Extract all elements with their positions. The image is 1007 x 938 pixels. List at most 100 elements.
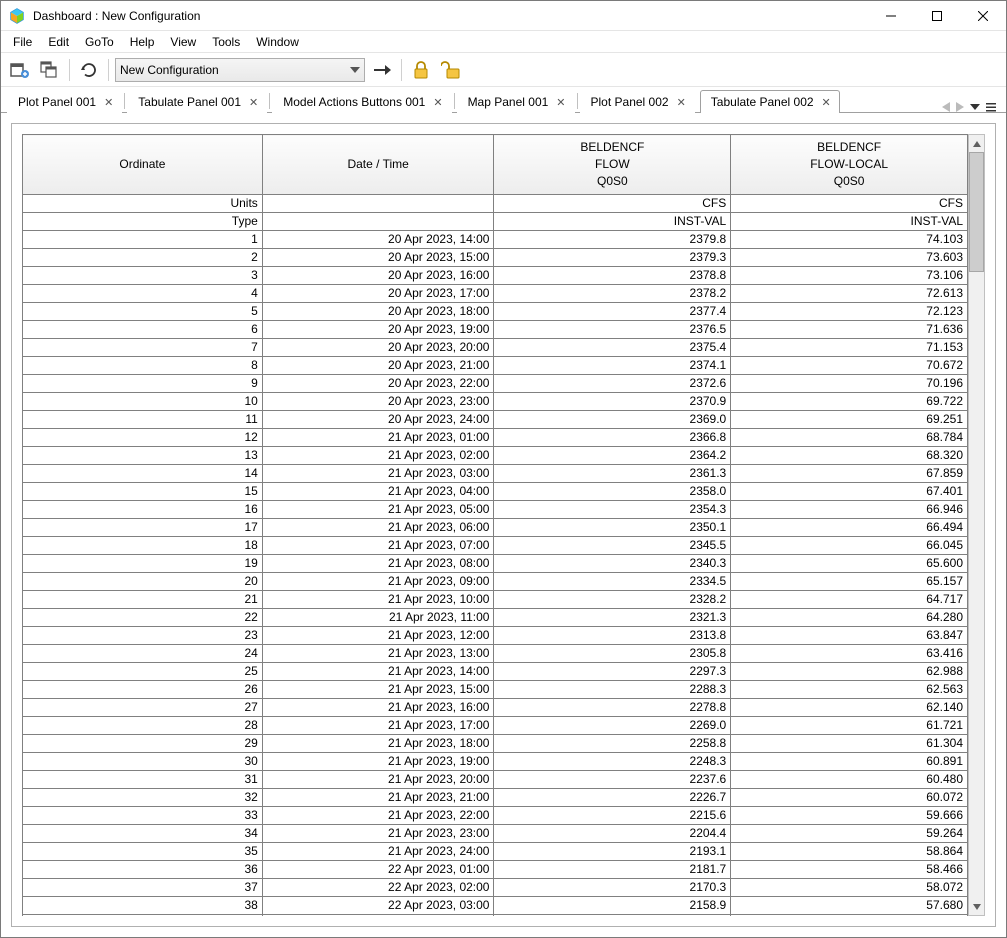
tab-plot-panel-002[interactable]: Plot Panel 002✕ xyxy=(580,90,695,113)
scroll-track[interactable] xyxy=(969,152,984,898)
close-icon[interactable]: ✕ xyxy=(433,96,442,109)
table-row[interactable]: 2121 Apr 2023, 10:002328.264.717 xyxy=(23,591,968,609)
menu-edit[interactable]: Edit xyxy=(40,33,77,51)
menu-goto[interactable]: GoTo xyxy=(77,33,122,51)
table-row[interactable]: 3622 Apr 2023, 01:002181.758.466 xyxy=(23,861,968,879)
cell-ordinate: 13 xyxy=(23,447,263,465)
table-row[interactable]: 3121 Apr 2023, 20:002237.660.480 xyxy=(23,771,968,789)
config-selector[interactable]: New Configuration xyxy=(115,58,365,82)
cell-flow: 2258.8 xyxy=(494,735,731,753)
lock-closed-button[interactable] xyxy=(408,57,434,83)
cell-flow-local: 62.563 xyxy=(731,681,968,699)
menu-help[interactable]: Help xyxy=(122,33,163,51)
table-row[interactable]: 2921 Apr 2023, 18:002258.861.304 xyxy=(23,735,968,753)
cell-flow: 2248.3 xyxy=(494,753,731,771)
tab-plot-panel-001[interactable]: Plot Panel 001✕ xyxy=(7,90,122,113)
table-row[interactable]: 2021 Apr 2023, 09:002334.565.157 xyxy=(23,573,968,591)
cell-flow: 2378.2 xyxy=(494,285,731,303)
tab-model-actions-buttons-001[interactable]: Model Actions Buttons 001✕ xyxy=(272,90,451,113)
cell-flow: 2358.0 xyxy=(494,483,731,501)
table-row[interactable]: 3822 Apr 2023, 03:002158.957.680 xyxy=(23,897,968,915)
cell-datetime: 21 Apr 2023, 10:00 xyxy=(262,591,494,609)
table-row[interactable]: 2621 Apr 2023, 15:002288.362.563 xyxy=(23,681,968,699)
close-icon[interactable]: ✕ xyxy=(249,96,258,109)
table-row[interactable]: 1521 Apr 2023, 04:002358.067.401 xyxy=(23,483,968,501)
close-icon[interactable]: ✕ xyxy=(677,96,686,109)
table-row[interactable]: 120 Apr 2023, 14:002379.874.103 xyxy=(23,231,968,249)
tab-tabulate-panel-001[interactable]: Tabulate Panel 001✕ xyxy=(127,90,267,113)
table-row[interactable]: 1020 Apr 2023, 23:002370.969.722 xyxy=(23,393,968,411)
table-row[interactable]: 720 Apr 2023, 20:002375.471.153 xyxy=(23,339,968,357)
cell-ordinate: 19 xyxy=(23,555,263,573)
cell-ordinate: 25 xyxy=(23,663,263,681)
tab-label: Map Panel 001 xyxy=(468,95,549,109)
minimize-button[interactable] xyxy=(868,1,914,31)
tab-next-icon[interactable] xyxy=(956,102,964,112)
table-row[interactable]: 1921 Apr 2023, 08:002340.365.600 xyxy=(23,555,968,573)
cell-flow: 2378.8 xyxy=(494,267,731,285)
new-panel-button[interactable] xyxy=(7,57,33,83)
app-icon xyxy=(9,8,25,24)
table-row[interactable]: 820 Apr 2023, 21:002374.170.672 xyxy=(23,357,968,375)
table-row[interactable]: 3922 Apr 2023, 04:002147.557.291 xyxy=(23,915,968,917)
tab-list-icon[interactable] xyxy=(970,104,980,110)
table-row[interactable]: 1120 Apr 2023, 24:002369.069.251 xyxy=(23,411,968,429)
header-flow[interactable]: BELDENCF FLOW Q0S0 xyxy=(494,135,731,195)
table-row[interactable]: 3421 Apr 2023, 23:002204.459.264 xyxy=(23,825,968,843)
table-row[interactable]: 2421 Apr 2023, 13:002305.863.416 xyxy=(23,645,968,663)
menu-tools[interactable]: Tools xyxy=(204,33,248,51)
menu-window[interactable]: Window xyxy=(248,33,307,51)
refresh-button[interactable] xyxy=(76,57,102,83)
table-row[interactable]: 920 Apr 2023, 22:002372.670.196 xyxy=(23,375,968,393)
table-row[interactable]: 1721 Apr 2023, 06:002350.166.494 xyxy=(23,519,968,537)
table-row-units: Units CFS CFS xyxy=(23,195,968,213)
table-row[interactable]: 3021 Apr 2023, 19:002248.360.891 xyxy=(23,753,968,771)
tab-menu-icon[interactable] xyxy=(986,102,996,112)
cell-flow: 2288.3 xyxy=(494,681,731,699)
close-icon[interactable]: ✕ xyxy=(556,96,565,109)
close-button[interactable] xyxy=(960,1,1006,31)
table-row[interactable]: 520 Apr 2023, 18:002377.472.123 xyxy=(23,303,968,321)
table-row[interactable]: 3321 Apr 2023, 22:002215.659.666 xyxy=(23,807,968,825)
table-row[interactable]: 3722 Apr 2023, 02:002170.358.072 xyxy=(23,879,968,897)
table-row[interactable]: 2821 Apr 2023, 17:002269.061.721 xyxy=(23,717,968,735)
table-row[interactable]: 2321 Apr 2023, 12:002313.863.847 xyxy=(23,627,968,645)
cell-flow: 2204.4 xyxy=(494,825,731,843)
table-row[interactable]: 320 Apr 2023, 16:002378.873.106 xyxy=(23,267,968,285)
table-row[interactable]: 1621 Apr 2023, 05:002354.366.946 xyxy=(23,501,968,519)
tab-map-panel-001[interactable]: Map Panel 001 ✕ xyxy=(457,90,575,113)
table-row[interactable]: 620 Apr 2023, 19:002376.571.636 xyxy=(23,321,968,339)
header-ordinate[interactable]: Ordinate xyxy=(23,135,263,195)
table-row[interactable]: 220 Apr 2023, 15:002379.373.603 xyxy=(23,249,968,267)
tab-prev-icon[interactable] xyxy=(942,102,950,112)
lock-open-button[interactable] xyxy=(438,57,464,83)
menu-file[interactable]: File xyxy=(5,33,40,51)
table-row[interactable]: 1221 Apr 2023, 01:002366.868.784 xyxy=(23,429,968,447)
header-flow-local[interactable]: BELDENCF FLOW-LOCAL Q0S0 xyxy=(731,135,968,195)
table-row[interactable]: 1421 Apr 2023, 03:002361.367.859 xyxy=(23,465,968,483)
close-icon[interactable]: ✕ xyxy=(104,96,113,109)
cell-ordinate: 22 xyxy=(23,609,263,627)
tab-tabulate-panel-002[interactable]: Tabulate Panel 002✕ xyxy=(700,90,840,113)
cell-flow: 2376.5 xyxy=(494,321,731,339)
duplicate-panel-button[interactable] xyxy=(37,57,63,83)
go-button[interactable] xyxy=(369,57,395,83)
scroll-up-icon[interactable] xyxy=(969,135,984,152)
table-row[interactable]: 2221 Apr 2023, 11:002321.364.280 xyxy=(23,609,968,627)
header-datetime[interactable]: Date / Time xyxy=(262,135,494,195)
table-row[interactable]: 2721 Apr 2023, 16:002278.862.140 xyxy=(23,699,968,717)
vertical-scrollbar[interactable] xyxy=(968,134,985,916)
scroll-thumb[interactable] xyxy=(969,152,984,272)
close-icon[interactable]: ✕ xyxy=(822,96,831,109)
table-row[interactable]: 2521 Apr 2023, 14:002297.362.988 xyxy=(23,663,968,681)
table-row[interactable]: 3521 Apr 2023, 24:002193.158.864 xyxy=(23,843,968,861)
maximize-button[interactable] xyxy=(914,1,960,31)
table-row[interactable]: 1821 Apr 2023, 07:002345.566.045 xyxy=(23,537,968,555)
cell-flow-local: 70.196 xyxy=(731,375,968,393)
scroll-down-icon[interactable] xyxy=(969,898,984,915)
table-row[interactable]: 3221 Apr 2023, 21:002226.760.072 xyxy=(23,789,968,807)
table-row[interactable]: 1321 Apr 2023, 02:002364.268.320 xyxy=(23,447,968,465)
menu-view[interactable]: View xyxy=(162,33,204,51)
table-row[interactable]: 420 Apr 2023, 17:002378.272.613 xyxy=(23,285,968,303)
tab-separator xyxy=(269,93,270,109)
